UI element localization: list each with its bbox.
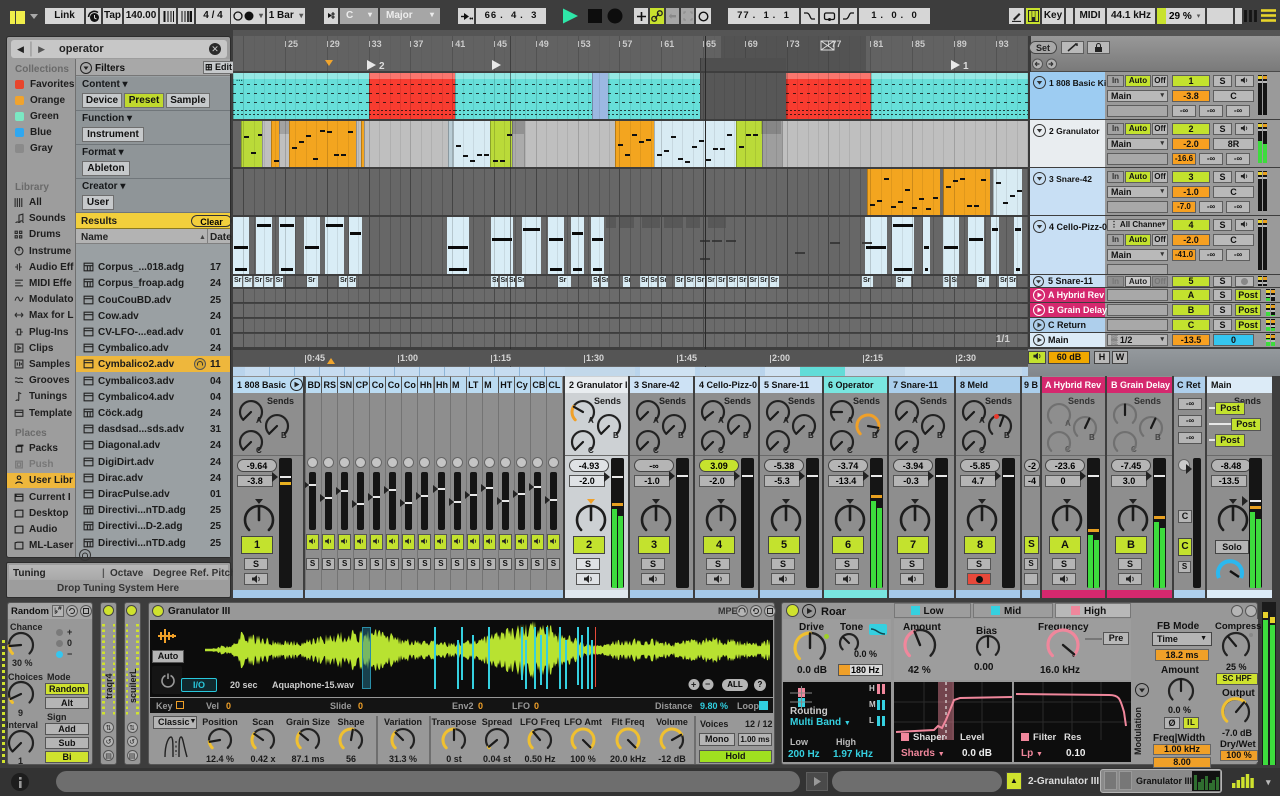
svg-text:1: 1: [963, 61, 969, 71]
svg-text:+: +: [691, 680, 696, 690]
svg-text:2: 2: [379, 61, 385, 71]
svg-text:−: −: [705, 679, 710, 689]
